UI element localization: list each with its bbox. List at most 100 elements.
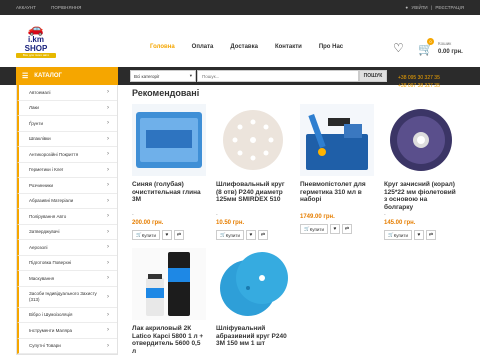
buy-button[interactable]: 🛒 Купити <box>216 230 245 240</box>
chevron-right-icon: › <box>107 342 109 349</box>
search-category-select[interactable]: Всі категорії ▾ <box>130 70 196 82</box>
sidebar-item[interactable]: Герметики і Клеї › <box>17 162 117 178</box>
product-card: Шліфувальний абразивний круг P240 3М 150… <box>216 248 290 356</box>
sidebar-item[interactable]: Аерозолі › <box>17 240 117 256</box>
product-image[interactable] <box>216 248 290 320</box>
sidebar-item-label: Герметики і Клеї <box>29 167 64 173</box>
sidebar-item[interactable]: Підготовка Поверхні › <box>17 255 117 271</box>
cart-count-badge: 0 <box>427 38 434 45</box>
category-sidebar: Автоемалі › Лаки › Ґрунти › Шпаклівки › Анти… <box>16 85 118 355</box>
compare-link[interactable]: ПОРІВНЯННЯ <box>51 5 81 10</box>
product-name[interactable]: Шліфувальний абразивний круг P240 3М 150… <box>216 325 290 356</box>
catalog-button[interactable]: ☰ КАТАЛОГ <box>16 67 118 85</box>
sidebar-item-label: Антикорозійні Покриття <box>29 151 79 157</box>
chevron-right-icon: › <box>107 259 109 266</box>
phone-1[interactable]: +38 095 30 327 35 <box>398 74 440 82</box>
product-grid: Синяя (голубая) очистительная глина 3М -… <box>132 104 467 356</box>
sidebar-item-label: Аерозолі <box>29 244 48 250</box>
chevron-right-icon: › <box>107 228 109 235</box>
product-actions: 🛒 Купити ♥ ⇄ <box>132 230 206 240</box>
sidebar-item-label: Полірування Авто <box>29 213 67 219</box>
wishlist-heart-icon[interactable]: ♥ <box>330 224 341 234</box>
cart-widget[interactable]: 🛒 0 Кошик 0.00 грн. <box>418 38 463 58</box>
sidebar-item[interactable]: Інструменти Маляра › <box>17 323 117 339</box>
wishlist-heart-icon[interactable]: ♥ <box>414 230 425 240</box>
separator: | <box>430 5 433 10</box>
product-price: 145.00 грн. <box>384 220 416 226</box>
product-price: 10.50 грн. <box>216 220 245 226</box>
product-actions: 🛒 Купити ♥ ⇄ <box>300 224 374 234</box>
nav-delivery[interactable]: Доставка <box>230 44 258 50</box>
sidebar-item[interactable]: Полірування Авто › <box>17 209 117 225</box>
nav-home[interactable]: Головна <box>150 44 175 50</box>
product-name[interactable]: Лак акриловый 2К Latico Карсі 5800 1 л +… <box>132 325 206 356</box>
buy-button[interactable]: 🛒 Купити <box>384 230 413 240</box>
product-card: Шлифовальный круг (8 отв) P240 диаметр 1… <box>216 104 290 240</box>
compare-icon[interactable]: ⇄ <box>258 230 269 240</box>
catalog-label: КАТАЛОГ <box>34 73 62 79</box>
wishlist-heart-icon[interactable]: ♥ <box>246 230 257 240</box>
sidebar-item[interactable]: Антикорозійні Покриття › <box>17 147 117 163</box>
header: 🚗 i.km SHOP Все для твого авто Головна О… <box>0 15 480 67</box>
sidebar-item-label: Затверджувачі <box>29 229 60 235</box>
compare-icon[interactable]: ⇄ <box>342 224 353 234</box>
chevron-right-icon: › <box>107 135 109 142</box>
chevron-right-icon: › <box>107 151 109 158</box>
sidebar-item-label: Автоемалі <box>29 89 51 95</box>
compare-icon[interactable]: ⇄ <box>174 230 185 240</box>
sidebar-item[interactable]: Затверджувачі › <box>17 224 117 240</box>
register-link[interactable]: РЕЄСТРАЦІЯ <box>435 5 464 10</box>
product-name[interactable]: Синяя (голубая) очистительная глина 3М <box>132 181 206 212</box>
sidebar-item-label: Підготовка Поверхні <box>29 260 72 266</box>
product-image[interactable] <box>300 104 374 176</box>
sidebar-item-label: Лаки <box>29 105 39 111</box>
product-name[interactable]: Шлифовальный круг (8 отв) P240 диаметр 1… <box>216 181 290 212</box>
product-price: 200.00 грн. <box>132 220 164 226</box>
product-image[interactable] <box>216 104 290 176</box>
user-icon: ● <box>405 5 409 10</box>
sidebar-item[interactable]: Автоемалі › <box>17 85 117 101</box>
wishlist-heart-icon[interactable]: ♥ <box>162 230 173 240</box>
sidebar-item[interactable]: Шпаклівки › <box>17 131 117 147</box>
main-nav: Головна Оплата Доставка Контакти Про Нас <box>150 44 360 50</box>
cart-title: Кошик <box>438 41 452 46</box>
buy-label: Купити <box>141 232 157 238</box>
product-card: Синяя (голубая) очистительная глина 3М -… <box>132 104 206 240</box>
sidebar-item[interactable]: Маскування › <box>17 271 117 287</box>
nav-about[interactable]: Про Нас <box>319 44 343 50</box>
sidebar-item[interactable]: Ґрунти › <box>17 116 117 132</box>
product-dash: - <box>216 212 218 218</box>
sidebar-item[interactable]: Засоби Індивідуального Захисту (313) › <box>17 286 117 308</box>
search-category-value: Всі категорії <box>134 73 160 79</box>
product-image[interactable] <box>132 248 206 320</box>
sidebar-item[interactable]: Лаки › <box>17 100 117 116</box>
account-link[interactable]: АККАУНТ <box>16 5 36 10</box>
buy-button[interactable]: 🛒 Купити <box>132 230 161 240</box>
buy-button[interactable]: 🛒 Купити <box>300 224 329 234</box>
product-name[interactable]: Пневмопістолет для герметика 310 мл в на… <box>300 181 374 212</box>
nav-contacts[interactable]: Контакти <box>275 44 302 50</box>
search-button[interactable]: ПОШУК <box>359 70 387 82</box>
product-card: Пневмопістолет для герметика 310 мл в на… <box>300 104 374 240</box>
product-image[interactable] <box>132 104 206 176</box>
chevron-right-icon: › <box>107 197 109 204</box>
cart-total: 0.00 грн. <box>438 49 463 55</box>
chevron-right-icon: › <box>107 89 109 96</box>
search-input[interactable] <box>197 70 359 82</box>
wishlist-heart-icon[interactable]: ♡ <box>393 41 404 55</box>
product-image[interactable] <box>384 104 458 176</box>
login-link[interactable]: УВІЙТИ <box>411 5 427 10</box>
sidebar-item[interactable]: Абразивні Матеріали › <box>17 193 117 209</box>
nav-payment[interactable]: Оплата <box>192 44 214 50</box>
product-name[interactable]: Круг зачисний (корал) 125*22 мм фіолетов… <box>384 181 458 212</box>
logo-name: i.km SHOP <box>24 35 48 53</box>
sidebar-item-label: Вібро і Шумоізоляція <box>29 312 73 318</box>
logo[interactable]: 🚗 i.km SHOP Все для твого авто <box>16 22 56 58</box>
chevron-right-icon: › <box>107 166 109 173</box>
buy-label: Купити <box>393 232 409 238</box>
sidebar-item[interactable]: Вібро і Шумоізоляція › <box>17 307 117 323</box>
compare-icon[interactable]: ⇄ <box>426 230 437 240</box>
sidebar-item-label: Абразивні Матеріали <box>29 198 74 204</box>
sidebar-item[interactable]: Супутні Товари › <box>17 338 117 354</box>
sidebar-item[interactable]: Розчинники › <box>17 178 117 194</box>
